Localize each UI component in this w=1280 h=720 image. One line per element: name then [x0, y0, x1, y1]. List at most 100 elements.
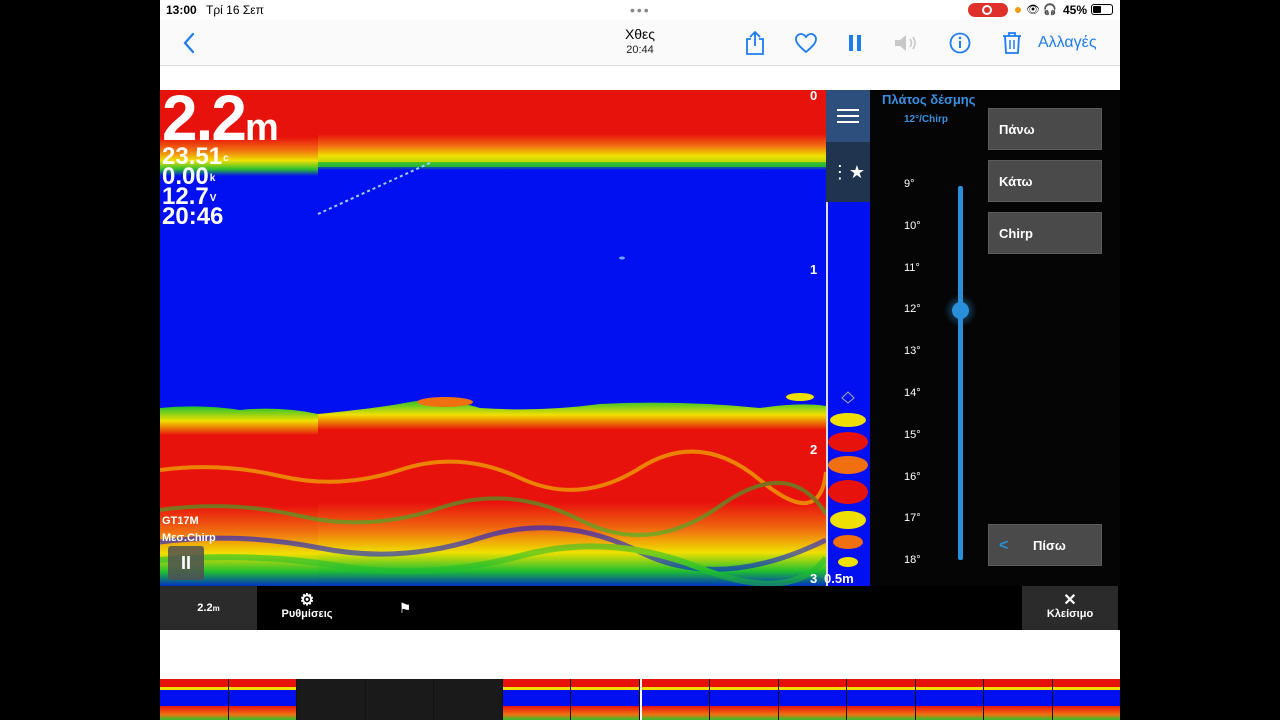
- speed-unit: k: [209, 173, 216, 184]
- info-button[interactable]: [945, 28, 975, 58]
- depth-page-value: 2.2: [197, 602, 213, 614]
- sonar-menu-button[interactable]: [826, 90, 870, 142]
- close-icon: ✕: [1063, 592, 1077, 609]
- panel-subtitle: 12°/Chirp: [904, 114, 949, 125]
- microphone-in-use-indicator: [1015, 7, 1021, 13]
- scrubber-thumbnail[interactable]: [365, 679, 433, 720]
- scrubber-thumbnail[interactable]: [710, 679, 778, 720]
- scrubber-thumbnail[interactable]: [639, 679, 709, 720]
- depth-unit: m: [244, 107, 279, 149]
- scrubber-thumbnail[interactable]: [297, 679, 365, 720]
- thumbnail-layer: [778, 679, 846, 687]
- pause-video-button[interactable]: [840, 28, 870, 58]
- thumbnail-layer: [502, 687, 570, 690]
- mute-button[interactable]: [891, 28, 921, 58]
- beam-width-tick: 12°: [904, 303, 921, 316]
- colorbar-echo-3: [828, 456, 868, 474]
- favorite-button[interactable]: [791, 28, 821, 58]
- transducer-model: GT17M: [162, 515, 199, 527]
- sonar-clock: 20:46: [162, 203, 224, 230]
- colorbar-echo-1: [830, 413, 866, 427]
- surface-band: [318, 156, 826, 162]
- heart-icon: [795, 33, 817, 54]
- beam-width-tick: 16°: [904, 470, 921, 483]
- colorbar-echo-5: [830, 511, 866, 529]
- chevron-left-icon: [183, 32, 195, 54]
- close-button[interactable]: ✕ Κλείσιμο: [1022, 586, 1118, 630]
- thumbnail-layer: [710, 679, 778, 687]
- thumbnail-layer: [160, 706, 228, 720]
- beam-width-slider[interactable]: [958, 186, 963, 560]
- share-icon: [746, 30, 764, 55]
- video-scrubber[interactable]: [160, 679, 1120, 720]
- thumbnail-layer: [710, 706, 778, 720]
- slider-knob[interactable]: [952, 302, 969, 319]
- beam-width-tick: 18°: [904, 554, 921, 567]
- beam-width-tick: 10°: [904, 219, 921, 232]
- back-button[interactable]: [174, 28, 204, 58]
- scrubber-thumbnail[interactable]: [915, 679, 983, 720]
- scrubber-thumbnail[interactable]: [228, 679, 296, 720]
- record-icon: [982, 5, 992, 15]
- temperature-unit: c: [223, 153, 229, 164]
- favorites-button[interactable]: ⋮★: [826, 142, 870, 202]
- thumbnail-layer: [847, 706, 915, 720]
- thumbnail-layer: [228, 687, 296, 690]
- thumbnail-layer: [847, 679, 915, 687]
- thumbnail-layer: [641, 687, 709, 690]
- chevron-left-icon: <: [999, 537, 1009, 554]
- battery-level: [1093, 6, 1102, 13]
- battery-percentage: 45%: [1063, 3, 1088, 17]
- settings-button[interactable]: ⚙ Ρυθμίσεις: [257, 586, 357, 630]
- thumbnail-layer: [571, 679, 639, 687]
- down-button[interactable]: Κάτω: [988, 160, 1102, 202]
- back-button-panel[interactable]: < Πίσω: [988, 524, 1102, 566]
- depth-scale-0: 0: [810, 90, 818, 103]
- scrubber-thumbnail[interactable]: [778, 679, 846, 720]
- colorbar-echo-6: [833, 535, 863, 549]
- sonar-display[interactable]: 2.2m 23.51c 0.00k 12.7V 20:46 GT17M Μεσ.…: [160, 90, 870, 586]
- thumbnail-layer: [915, 706, 983, 720]
- beam-width-tick: 9°: [904, 178, 915, 190]
- delete-button[interactable]: [997, 28, 1027, 58]
- beam-width-tick: 14°: [904, 387, 921, 399]
- thumbnail-layer: [915, 679, 983, 687]
- favorites-star-icon: ⋮★: [830, 161, 866, 182]
- thumbnail-layer: [710, 687, 778, 690]
- sonar-bottom-bar: 2.2m ⚙ Ρυθμίσεις ⚑ ✕ Κλείσιμο: [160, 586, 1120, 630]
- scrubber-thumbnail[interactable]: [984, 679, 1052, 720]
- info-icon: [949, 32, 971, 54]
- thumbnail-layer: [984, 679, 1052, 687]
- thumbnail-layer: [1052, 706, 1120, 720]
- headphones-icon: 🎧: [1043, 4, 1057, 16]
- speaker-muted-icon: [895, 35, 916, 51]
- sonar-pause-button[interactable]: II: [168, 546, 204, 580]
- alarm-button[interactable]: ⚑: [390, 586, 420, 630]
- chirp-button[interactable]: Chirp: [988, 212, 1102, 254]
- scrubber-thumbnail[interactable]: [571, 679, 639, 720]
- status-bar: 13:00 Τρί 16 Σεπ ••• 👁 🎧 45%: [160, 0, 1120, 20]
- scrubber-thumbnail[interactable]: [434, 679, 502, 720]
- edit-button[interactable]: Αλλαγές: [1038, 34, 1097, 52]
- screen-recording-indicator[interactable]: [968, 3, 1008, 17]
- share-button[interactable]: [740, 28, 770, 58]
- thumbnail-layer: [502, 679, 570, 687]
- multitasking-dots-icon[interactable]: •••: [630, 2, 651, 18]
- scrubber-thumbnail[interactable]: [1052, 679, 1120, 720]
- colorbar-echo-7: [838, 557, 858, 567]
- beam-width-tick: 17°: [904, 512, 921, 525]
- thumbnail-layer: [502, 706, 570, 720]
- photo-time-subtitle: 20:44: [626, 44, 654, 56]
- thumbnail-layer: [1052, 679, 1120, 687]
- scrubber-thumbnail[interactable]: [847, 679, 915, 720]
- thumbnail-layer: [984, 706, 1052, 720]
- depth-scale-2: 2: [810, 442, 818, 457]
- scrubber-thumbnail[interactable]: [502, 679, 570, 720]
- beam-width-tick: 15°: [904, 428, 921, 441]
- sonar-video-frame[interactable]: 2.2m 23.51c 0.00k 12.7V 20:46 GT17M Μεσ.…: [160, 90, 1120, 630]
- close-label: Κλείσιμο: [1046, 608, 1094, 620]
- up-button[interactable]: Πάνω: [988, 108, 1102, 150]
- thumbnail-layer: [228, 706, 296, 720]
- scrubber-thumbnail[interactable]: [160, 679, 228, 720]
- depth-page-button[interactable]: 2.2m: [160, 586, 257, 630]
